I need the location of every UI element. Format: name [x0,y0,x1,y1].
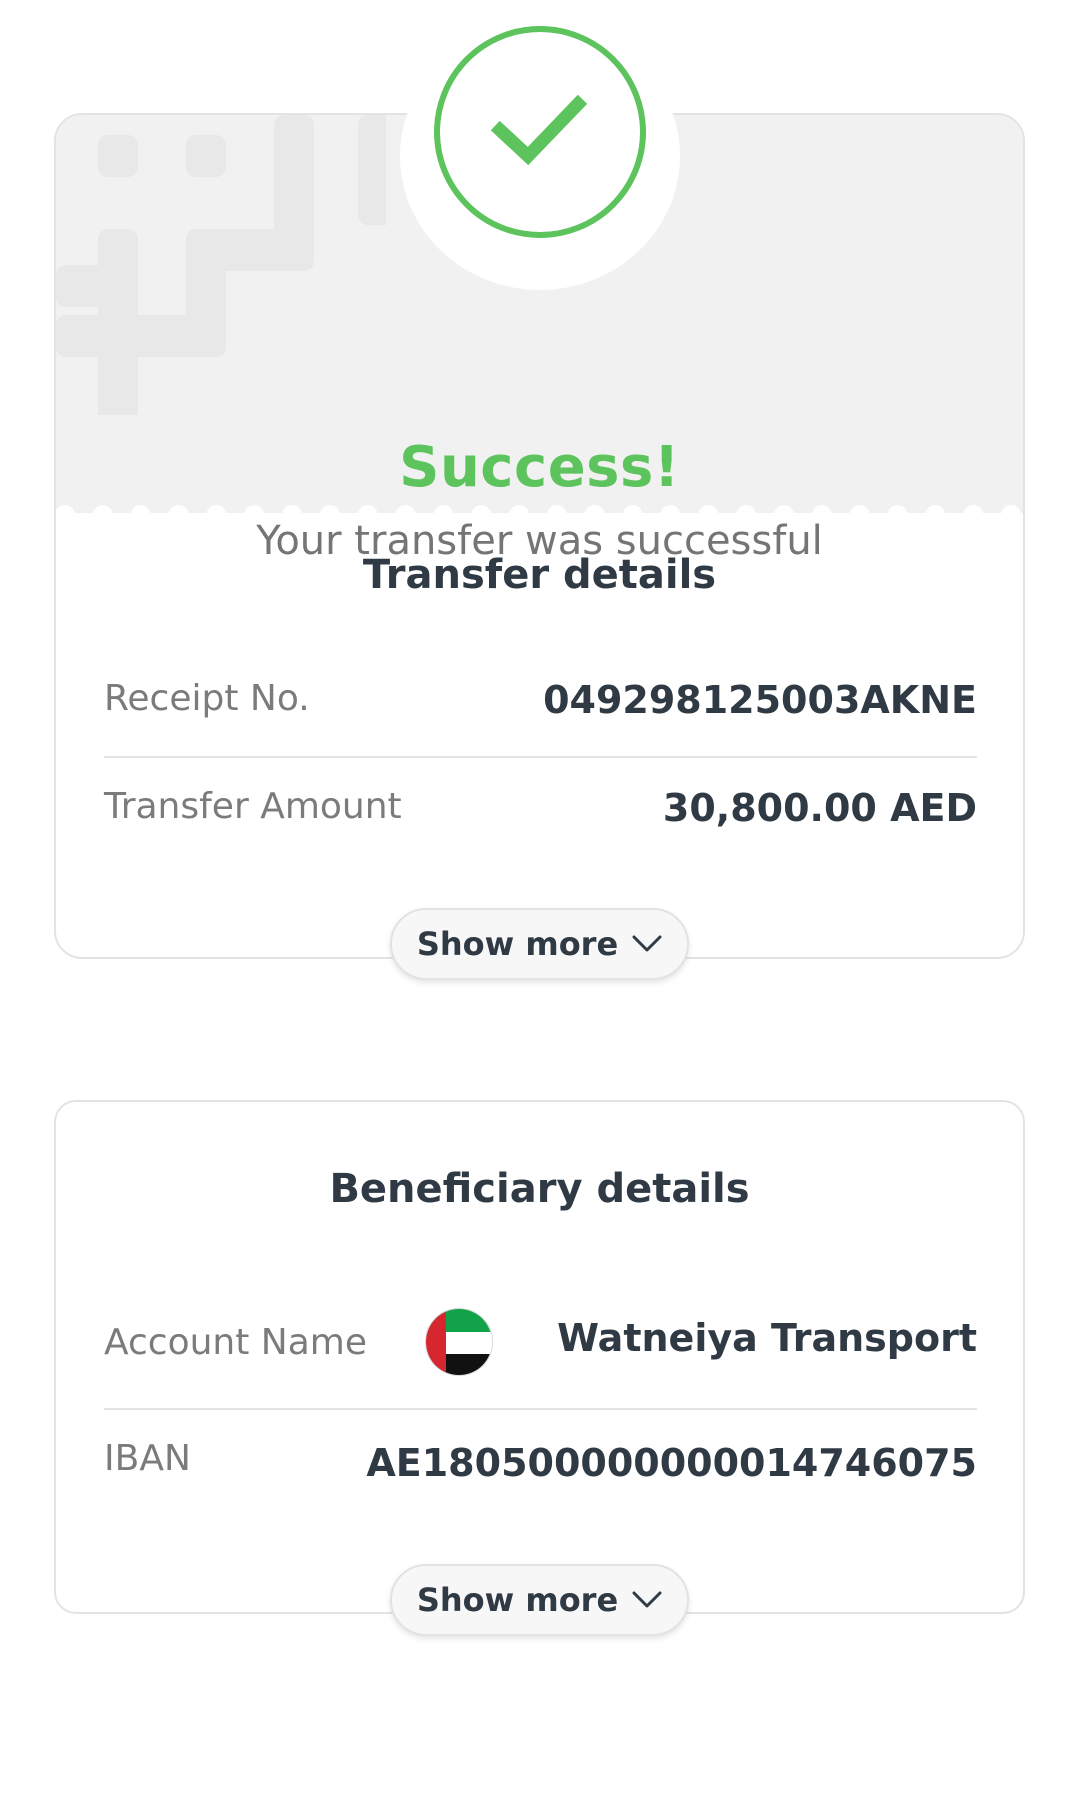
account-name-label: Account Name [104,1322,368,1363]
receipt-number-label: Receipt No. [104,678,310,719]
transfer-details-title: Transfer details [362,552,717,598]
show-more-label: Show more [416,1581,619,1619]
account-name-value: Watneiya Transport [557,1316,977,1360]
uae-flag-icon [425,1308,493,1376]
success-title: Success! [399,435,680,500]
chevron-down-icon [632,1591,662,1609]
iban-label: IBAN [104,1438,191,1479]
show-more-label: Show more [416,925,619,963]
receipt-number-value: 049298125003AKNE [543,678,977,722]
checkmark-icon [490,94,588,166]
check-circle-icon [434,26,646,238]
beneficiary-show-more-button[interactable]: Show more [390,1564,689,1636]
row-divider [104,1408,977,1410]
iban-value: AE180500000000014746075 [366,1441,977,1485]
transfer-amount-value: 30,800.00 AED [662,786,977,830]
transfer-amount-label: Transfer Amount [104,786,402,827]
row-divider [104,756,977,758]
chevron-down-icon [632,935,662,953]
transfer-show-more-button[interactable]: Show more [390,908,689,980]
banner-pattern-decoration [56,115,386,415]
beneficiary-details-title: Beneficiary details [329,1166,750,1212]
beneficiary-card: Beneficiary details Account Name Watneiy… [54,1100,1025,1614]
transfer-receipt-screen: Success! Your transfer was successful Tr… [0,0,1079,1819]
